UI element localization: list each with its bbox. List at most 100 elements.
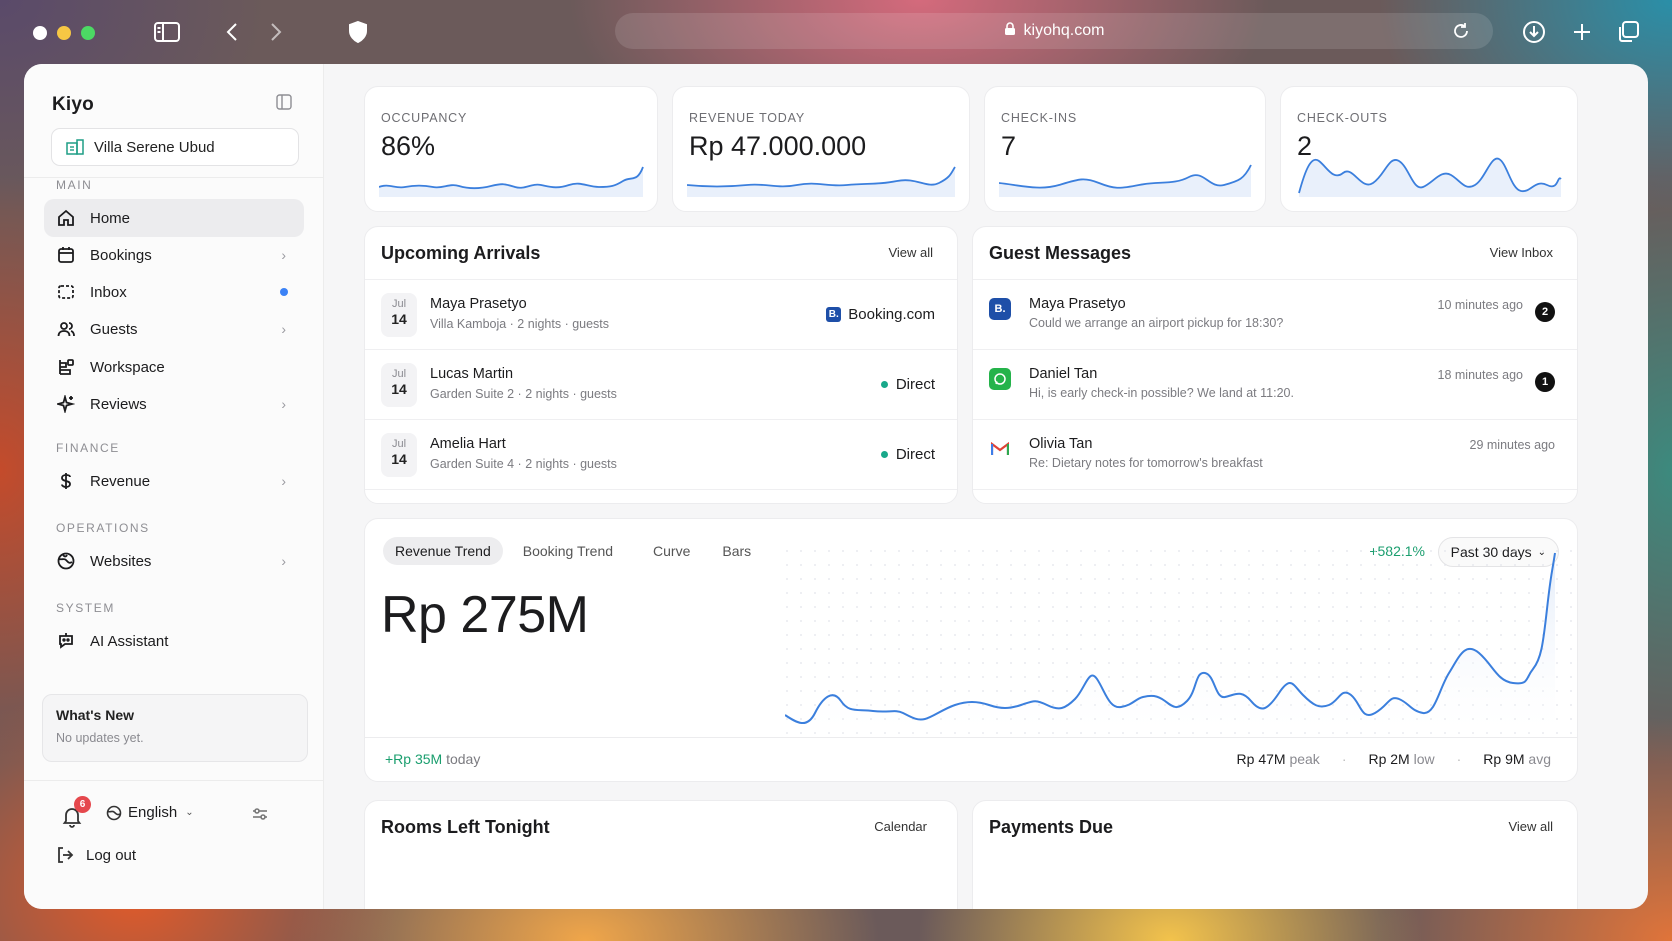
sidebar-item-label: Revenue — [90, 472, 151, 490]
settings-sliders-icon[interactable] — [252, 806, 268, 827]
kpi-label: CHECK-INS — [1001, 111, 1077, 125]
whatsapp-icon — [989, 368, 1011, 390]
message-row[interactable]: Daniel Tan Hi, is early check-in possibl… — [973, 349, 1577, 419]
stay-details: Garden Suite 2 · 2 nights · guests — [430, 387, 617, 401]
date-month: Jul — [391, 368, 407, 380]
date-day: 14 — [391, 311, 407, 327]
sidebar-item-websites[interactable]: Websites › — [44, 542, 304, 580]
sidebar-item-home[interactable]: Home — [44, 199, 304, 237]
minimize-window-button[interactable] — [57, 26, 71, 40]
date-badge: Jul 14 — [381, 363, 417, 407]
sidebar-item-reviews[interactable]: Reviews › — [44, 385, 304, 423]
view-all-arrivals-link[interactable]: View all — [888, 245, 933, 260]
date-day: 14 — [391, 451, 407, 467]
guest-name: Lucas Martin — [430, 366, 514, 382]
logout-button[interactable]: Log out — [56, 846, 136, 864]
forward-icon[interactable] — [262, 18, 290, 46]
workspace-icon — [56, 357, 76, 377]
tab-revenue-trend[interactable]: Revenue Trend — [383, 537, 503, 565]
chevron-right-icon: › — [281, 473, 286, 489]
card-title: Upcoming Arrivals — [381, 243, 541, 263]
collapse-sidebar-icon[interactable] — [276, 94, 294, 112]
low-stat: Rp 2M low — [1368, 751, 1434, 767]
message-row[interactable]: B. Maya Prasetyo Could we arrange an air… — [973, 279, 1577, 349]
kpi-card-check-outs[interactable]: CHECK-OUTS 2 — [1280, 86, 1578, 212]
today-amount: +Rp 35M — [385, 751, 443, 767]
close-window-button[interactable] — [33, 26, 47, 40]
sparkline — [999, 164, 1252, 197]
kpi-value: 86% — [381, 131, 436, 161]
booking-source: B. Booking.com — [826, 306, 935, 323]
gmail-icon — [989, 438, 1011, 460]
reload-icon[interactable] — [1451, 21, 1471, 46]
tab-booking-trend[interactable]: Booking Trend — [511, 537, 625, 565]
date-month: Jul — [391, 298, 407, 310]
arrival-row[interactable]: Jul 14 Lucas Martin Garden Suite 2 · 2 n… — [365, 349, 957, 419]
kpi-card-revenue-today[interactable]: REVENUE TODAY Rp 47.000.000 — [672, 86, 970, 212]
sender-name: Daniel Tan — [1029, 366, 1098, 382]
property-name: Villa Serene Ubud — [94, 138, 215, 156]
sidebar-item-label: Inbox — [90, 283, 127, 301]
download-icon[interactable] — [1520, 18, 1548, 46]
divider — [24, 780, 324, 781]
calendar-icon — [56, 245, 76, 265]
kpi-card-check-ins[interactable]: CHECK-INS 7 — [984, 86, 1266, 212]
kpi-value: 7 — [1001, 131, 1017, 161]
url-text: kiyohq.com — [1023, 22, 1105, 39]
direct-dot — [880, 381, 888, 388]
sidebar-item-revenue[interactable]: Revenue › — [44, 462, 304, 500]
shield-icon[interactable] — [344, 18, 372, 46]
sidebar-toggle-icon[interactable] — [153, 18, 181, 46]
message-row[interactable]: Olivia Tan Re: Dietary notes for tomorro… — [973, 419, 1577, 489]
date-month: Jul — [391, 438, 407, 450]
chevron-right-icon: › — [281, 396, 286, 412]
avg-stat: Rp 9M avg — [1483, 751, 1551, 767]
trend-tabs: Revenue Trend Booking Trend Curve Bars — [383, 537, 771, 565]
today-label: today — [446, 751, 481, 767]
sidebar-item-ai-assistant[interactable]: AI Assistant — [44, 622, 304, 660]
source-label: Booking.com — [848, 306, 935, 323]
revenue-trend-chart — [785, 549, 1577, 743]
source-label: Direct — [895, 376, 935, 393]
sparkle-icon — [56, 394, 76, 414]
booking-source: Direct — [880, 376, 935, 393]
address-bar[interactable]: kiyohq.com — [615, 13, 1493, 49]
chevron-down-icon: ⌄ — [185, 807, 194, 818]
arrival-row[interactable]: Jul 14 Maya Prasetyo Villa Kamboja · 2 n… — [365, 279, 957, 349]
unread-count: 2 — [1535, 302, 1555, 322]
arrival-row[interactable]: Jul 14 Amelia Hart Garden Suite 4 · 2 ni… — [365, 419, 957, 489]
peak-stat: Rp 47M peak — [1237, 751, 1320, 767]
maximize-window-button[interactable] — [81, 26, 95, 40]
kpi-label: OCCUPANCY — [381, 111, 468, 125]
chevron-right-icon: › — [281, 247, 286, 263]
guest-name: Maya Prasetyo — [430, 296, 527, 312]
section-label-operations: OPERATIONS — [56, 521, 150, 535]
kpi-card-occupancy[interactable]: OCCUPANCY 86% — [364, 86, 658, 212]
property-selector[interactable]: Villa Serene Ubud — [51, 128, 299, 166]
notification-badge: 6 — [74, 796, 91, 813]
unread-dot — [280, 288, 288, 296]
view-inbox-link[interactable]: View Inbox — [1490, 245, 1553, 260]
tab-overview-icon[interactable] — [1614, 18, 1642, 46]
kpi-label: CHECK-OUTS — [1297, 111, 1388, 125]
view-all-payments-link[interactable]: View all — [1508, 819, 1553, 834]
sidebar-item-label: Reviews — [90, 395, 147, 413]
whats-new-title: What's New — [56, 707, 135, 723]
sidebar-item-workspace[interactable]: Workspace — [44, 348, 304, 386]
tab-curve[interactable]: Curve — [641, 537, 702, 565]
sidebar-item-guests[interactable]: Guests › — [44, 310, 304, 348]
sidebar-item-bookings[interactable]: Bookings › — [44, 236, 304, 274]
back-icon[interactable] — [218, 18, 246, 46]
browser-toolbar: kiyohq.com — [0, 0, 1672, 64]
new-tab-icon[interactable] — [1568, 18, 1596, 46]
sidebar-item-inbox[interactable]: Inbox — [44, 273, 304, 311]
language-label: English — [128, 804, 178, 821]
today-delta: +Rp 35M today — [385, 751, 480, 767]
low-label: low — [1413, 751, 1435, 767]
trend-footer: +Rp 35M today Rp 47M peak · Rp 2M low · … — [365, 737, 1577, 781]
avg-value: Rp 9M — [1483, 751, 1525, 767]
tab-bars[interactable]: Bars — [710, 537, 763, 565]
whats-new-panel[interactable]: What's New No updates yet. — [42, 694, 308, 762]
language-selector[interactable]: English ⌄ — [106, 804, 194, 821]
calendar-link[interactable]: Calendar — [874, 819, 927, 834]
